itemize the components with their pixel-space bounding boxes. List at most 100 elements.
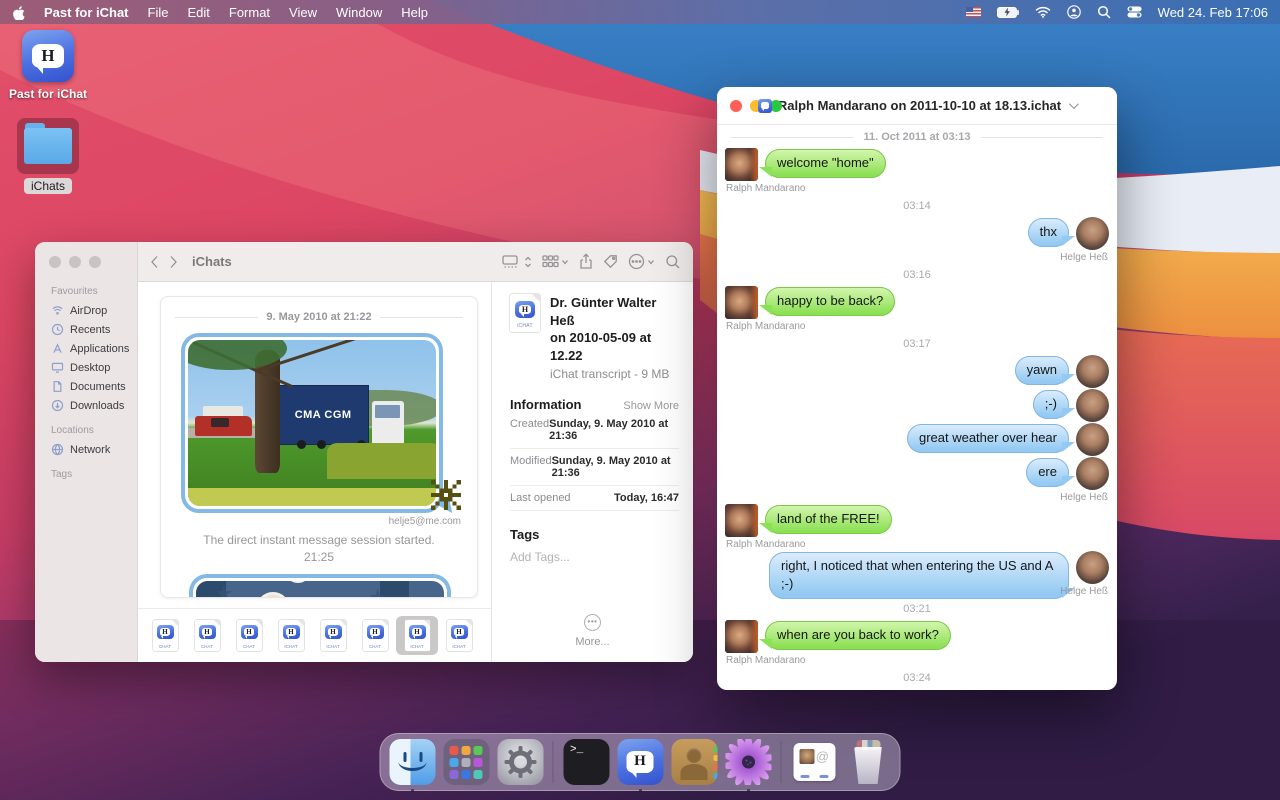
menu-bar-clock[interactable]: Wed 24. Feb 17:06 xyxy=(1158,5,1268,20)
menu-help[interactable]: Help xyxy=(401,5,428,20)
preview-photo-bubble-partial xyxy=(189,574,451,598)
dock-item-launchpad[interactable] xyxy=(443,739,490,786)
tag-button[interactable] xyxy=(603,254,618,269)
speech-bubble-icon: H xyxy=(32,44,63,69)
sender-label: Ralph Mandarano xyxy=(726,655,806,666)
file-strip-item[interactable]: HCHAT xyxy=(144,616,186,655)
close-button[interactable] xyxy=(49,256,61,268)
chevron-down-icon[interactable] xyxy=(1069,99,1079,109)
wifi-icon[interactable] xyxy=(1035,6,1051,18)
airdrop-icon xyxy=(51,304,64,317)
dock-item-contacts[interactable] xyxy=(671,739,718,786)
sidebar-item-airdrop[interactable]: AirDrop xyxy=(49,301,137,320)
action-menu-button[interactable] xyxy=(628,253,655,270)
show-more-link[interactable]: Show More xyxy=(623,400,679,412)
message-bubble: ere xyxy=(1026,458,1069,487)
chat-message: ;-) xyxy=(723,389,1111,423)
dock-divider xyxy=(553,741,554,783)
red-pickup xyxy=(195,416,252,436)
sidebar-item-applications[interactable]: Applications xyxy=(49,339,137,358)
back-button[interactable] xyxy=(150,255,159,269)
avatar-helge xyxy=(1076,457,1109,490)
downloads-icon xyxy=(51,399,64,412)
launchpad-icon xyxy=(443,739,489,785)
user-switch-icon[interactable] xyxy=(1067,5,1081,19)
sidebar-item-documents[interactable]: Documents xyxy=(49,377,137,396)
menu-format[interactable]: Format xyxy=(229,5,270,20)
menu-file[interactable]: File xyxy=(148,5,169,20)
sidebar-item-downloads[interactable]: Downloads xyxy=(49,396,137,415)
documents-icon xyxy=(51,380,64,393)
spotlight-search-icon[interactable] xyxy=(1097,5,1111,19)
info-row-last-opened: Last openedToday, 16:47 xyxy=(510,486,679,511)
system-message: The direct instant message session start… xyxy=(175,533,463,547)
preview-photo-bubble: CMA CGM xyxy=(181,333,443,513)
information-section-title: Information xyxy=(510,397,582,412)
preview-date-header: 9. May 2010 at 21:22 xyxy=(175,311,463,323)
dock-item-finder[interactable] xyxy=(389,739,436,786)
chat-message: ere Helge Heß xyxy=(723,457,1111,504)
file-strip-item[interactable]: HCHAT xyxy=(354,616,396,655)
file-strip-item[interactable]: HICHAT xyxy=(438,616,480,655)
chat-titlebar[interactable]: Ralph Mandarano on 2011-10-10 at 18.13.i… xyxy=(717,87,1117,125)
control-center-icon[interactable] xyxy=(1127,6,1142,18)
apple-menu-icon[interactable] xyxy=(12,5,25,20)
timestamp: 03:14 xyxy=(723,195,1111,217)
info-row-created: CreatedSunday, 9. May 2010 at 21:36 xyxy=(510,412,679,449)
sidebar-item-desktop[interactable]: Desktop xyxy=(49,358,137,377)
contacts-icon xyxy=(671,739,717,785)
avatar-helge xyxy=(1076,423,1109,456)
battery-charging-icon[interactable] xyxy=(997,7,1019,18)
finder-toolbar: iChats xyxy=(138,242,693,282)
group-by-control[interactable] xyxy=(542,254,569,269)
sidebar-item-recents[interactable]: Recents xyxy=(49,320,137,339)
finder-window: Favourites AirDrop Recents Applications … xyxy=(35,242,693,662)
file-strip-item[interactable]: HICHAT xyxy=(312,616,354,655)
sender-label: Ralph Mandarano xyxy=(726,321,806,332)
file-strip-item[interactable]: HCHAT xyxy=(186,616,228,655)
share-button[interactable] xyxy=(579,253,593,270)
minimize-button[interactable] xyxy=(69,256,81,268)
sender-label: Helge Heß xyxy=(1060,492,1108,503)
dock-item-contact-card[interactable]: @ xyxy=(791,739,838,786)
gallery-view-control[interactable] xyxy=(502,254,532,270)
sender-email: helje5@me.com xyxy=(175,516,463,527)
avatar-helge xyxy=(1076,217,1109,250)
message-bubble: ;-) xyxy=(1033,390,1069,419)
close-button[interactable] xyxy=(730,100,742,112)
sidebar-item-network[interactable]: Network xyxy=(49,440,137,459)
add-tags-field[interactable]: Add Tags... xyxy=(510,550,679,564)
dock-item-flower-image[interactable] xyxy=(725,739,772,786)
more-control[interactable]: ••• More... xyxy=(492,614,693,648)
chat-message: right, I noticed that when entering the … xyxy=(723,551,1111,598)
transcript-preview-card[interactable]: 9. May 2010 at 21:22 CMA CGM xyxy=(160,296,478,598)
file-strip-item[interactable]: HICHAT xyxy=(270,616,312,655)
chat-message: great weather over hear xyxy=(723,423,1111,457)
proxy-document-icon[interactable] xyxy=(758,99,772,113)
menu-view[interactable]: View xyxy=(289,5,317,20)
dock-item-past-for-ichat[interactable]: H xyxy=(617,739,664,786)
file-strip-item-selected[interactable]: HICHAT xyxy=(396,616,438,655)
ellipsis-circle-icon: ••• xyxy=(584,614,601,631)
desktop-icon-past-for-ichat[interactable]: H Past for iChat xyxy=(0,30,96,101)
zoom-button[interactable] xyxy=(89,256,101,268)
menu-window[interactable]: Window xyxy=(336,5,382,20)
desktop-icon-ichats-folder[interactable]: iChats xyxy=(0,118,96,195)
active-app-menu[interactable]: Past for iChat xyxy=(44,5,129,20)
search-button[interactable] xyxy=(665,254,681,270)
sidebar-item-label: Documents xyxy=(70,381,126,393)
message-bubble: right, I noticed that when entering the … xyxy=(769,552,1069,599)
sender-label: Ralph Mandarano xyxy=(726,183,806,194)
dock-item-trash[interactable] xyxy=(845,739,892,786)
file-strip: HCHAT HCHAT HCHAT HICHAT HICHAT HCHAT xyxy=(138,608,491,662)
menu-edit[interactable]: Edit xyxy=(187,5,209,20)
avatar-ralph xyxy=(725,620,758,653)
dock-item-terminal[interactable]: >_ xyxy=(563,739,610,786)
input-source-flag-icon[interactable] xyxy=(966,7,981,17)
info-row-modified: ModifiedSunday, 9. May 2010 at 21:36 xyxy=(510,449,679,486)
file-strip-item[interactable]: HCHAT xyxy=(228,616,270,655)
dock: >_ H xyxy=(380,733,901,791)
forward-button[interactable] xyxy=(169,255,178,269)
dock-divider xyxy=(781,741,782,783)
dock-item-system-preferences[interactable] xyxy=(497,739,544,786)
